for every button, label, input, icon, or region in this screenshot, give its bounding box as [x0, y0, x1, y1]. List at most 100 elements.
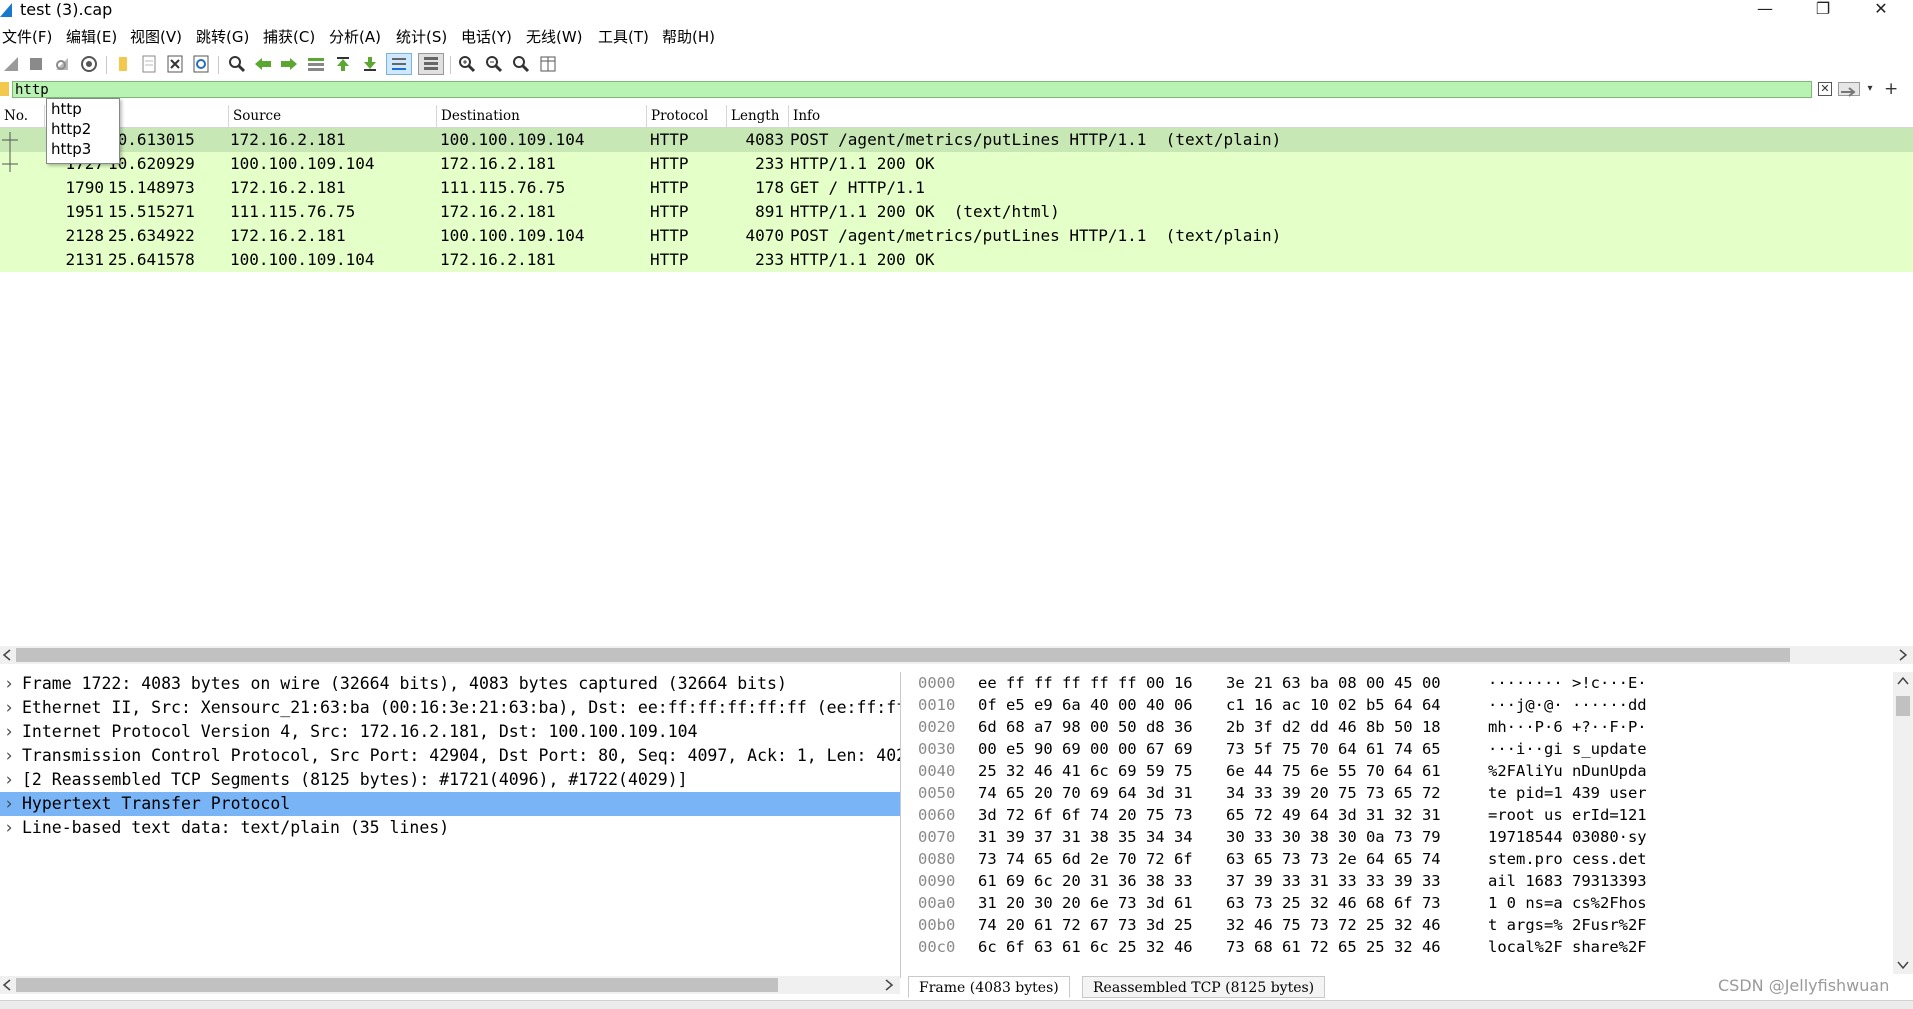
detail-tree-item[interactable]: › Ethernet II, Src: Xensourc_21:63:ba (00…: [0, 696, 900, 720]
clear-filter-icon[interactable]: ✕: [1818, 82, 1832, 96]
menu-telephony[interactable]: 电话(Y): [461, 26, 512, 48]
scroll-left-icon[interactable]: [2, 979, 12, 991]
scrollbar-thumb[interactable]: [16, 648, 1790, 662]
scroll-right-icon[interactable]: [1898, 649, 1908, 661]
close-file-icon[interactable]: [164, 53, 186, 75]
bytes-row[interactable]: 0000 ee ff ff ff ff ff 00 16 3e 21 63 ba 0…: [908, 672, 1893, 694]
packet-list-horizontal-scrollbar[interactable]: [0, 646, 1913, 664]
column-header-source[interactable]: Source: [228, 105, 436, 127]
detail-tree-item[interactable]: › Frame 1722: 4083 bytes on wire (32664 b…: [0, 672, 900, 696]
detail-tree-item-selected[interactable]: › Hypertext Transfer Protocol: [0, 792, 900, 816]
menu-wireless[interactable]: 无线(W): [526, 26, 583, 48]
autocomplete-item[interactable]: http: [51, 99, 82, 119]
bytes-vertical-scrollbar[interactable]: [1893, 672, 1913, 974]
go-forward-icon[interactable]: [278, 53, 300, 75]
column-header-no[interactable]: No.: [0, 105, 44, 127]
stop-capture-icon[interactable]: [25, 53, 47, 75]
bytes-row[interactable]: 0030 00 e5 90 69 00 00 67 69 73 5f 75 70 6…: [908, 738, 1893, 760]
restore-button[interactable]: ❐: [1800, 0, 1846, 22]
packet-row[interactable]: 1790 15.148973 172.16.2.181 111.115.76.7…: [0, 176, 1913, 200]
go-back-icon[interactable]: [252, 53, 274, 75]
normal-size-icon[interactable]: [510, 53, 532, 75]
chevron-right-icon[interactable]: ›: [4, 768, 14, 792]
scrollbar-thumb[interactable]: [1896, 696, 1910, 716]
zoom-out-icon[interactable]: [483, 53, 505, 75]
detail-tree-item[interactable]: › Transmission Control Protocol, Src Port…: [0, 744, 900, 768]
bytes-row[interactable]: 0040 25 32 46 41 6c 69 59 75 6e 44 75 6e 5…: [908, 760, 1893, 782]
detail-tree-item[interactable]: › [2 Reassembled TCP Segments (8125 bytes…: [0, 768, 900, 792]
restart-capture-icon[interactable]: [51, 53, 73, 75]
details-horizontal-scrollbar[interactable]: [0, 976, 900, 994]
open-file-icon[interactable]: [112, 53, 134, 75]
menu-capture[interactable]: 捕获(C): [263, 26, 315, 48]
bytes-hex: 37 39 33 31 33 33 39 33: [1226, 872, 1441, 890]
chevron-right-icon[interactable]: ›: [4, 792, 14, 816]
column-header-destination[interactable]: Destination: [436, 105, 646, 127]
bytes-row[interactable]: 0080 73 74 65 6d 2e 70 72 6f 63 65 73 73 2…: [908, 848, 1893, 870]
find-packet-icon[interactable]: [226, 53, 248, 75]
scroll-right-icon[interactable]: [884, 979, 894, 991]
bytes-row[interactable]: 00c0 6c 6f 63 61 6c 25 32 46 73 68 61 72 6…: [908, 936, 1893, 958]
chevron-right-icon[interactable]: ›: [4, 696, 14, 720]
scrollbar-thumb[interactable]: [16, 978, 778, 992]
menu-tools[interactable]: 工具(T): [598, 26, 649, 48]
packet-row[interactable]: 1951 15.515271 111.115.76.75 172.16.2.18…: [0, 200, 1913, 224]
bytes-row[interactable]: 0010 0f e5 e9 6a 40 00 40 06 c1 16 ac 10 0…: [908, 694, 1893, 716]
packet-row[interactable]: 2128 25.634922 172.16.2.181 100.100.109.…: [0, 224, 1913, 248]
menu-view[interactable]: 视图(V): [130, 26, 182, 48]
bytes-row[interactable]: 00a0 31 20 30 20 6e 73 3d 61 63 73 25 32 4…: [908, 892, 1893, 914]
column-header-protocol[interactable]: Protocol: [646, 105, 726, 127]
bytes-offset: 0060: [918, 806, 956, 824]
autocomplete-item[interactable]: http3: [51, 139, 91, 159]
chevron-right-icon[interactable]: ›: [4, 744, 14, 768]
bytes-row[interactable]: 0060 3d 72 6f 6f 74 20 75 73 65 72 49 64 3…: [908, 804, 1893, 826]
filter-history-dropdown-icon[interactable]: ▾: [1864, 81, 1876, 97]
colorize-icon[interactable]: [418, 53, 444, 75]
first-packet-icon[interactable]: [332, 53, 354, 75]
packet-row[interactable]: 1722 10.613015 172.16.2.181 100.100.109.…: [0, 128, 1913, 152]
tab-frame-bytes[interactable]: Frame (4083 bytes): [908, 976, 1070, 998]
shark-fin-start-icon[interactable]: [0, 53, 22, 75]
bytes-ascii: ail 1683 79313393: [1488, 872, 1647, 890]
bytes-row[interactable]: 0070 31 39 37 31 38 35 34 34 30 33 30 38 3…: [908, 826, 1893, 848]
menu-file[interactable]: 文件(F): [2, 26, 52, 48]
reload-icon[interactable]: [190, 53, 212, 75]
close-button[interactable]: ✕: [1858, 0, 1904, 22]
auto-scroll-icon[interactable]: [386, 53, 412, 75]
bytes-row[interactable]: 0020 6d 68 a7 98 00 50 d8 36 2b 3f d2 dd 4…: [908, 716, 1893, 738]
packet-row[interactable]: 2131 25.641578 100.100.109.104 172.16.2.…: [0, 248, 1913, 272]
display-filter-input[interactable]: [12, 81, 1812, 98]
detail-tree-item[interactable]: › Internet Protocol Version 4, Src: 172.1…: [0, 720, 900, 744]
minimize-button[interactable]: —: [1742, 0, 1788, 22]
scroll-left-icon[interactable]: [2, 649, 12, 661]
scroll-down-icon[interactable]: [1897, 960, 1909, 970]
menu-statistics[interactable]: 统计(S): [396, 26, 447, 48]
autocomplete-item[interactable]: http2: [51, 119, 91, 139]
menu-analyze[interactable]: 分析(A): [329, 26, 381, 48]
column-header-info[interactable]: Info: [788, 105, 1913, 127]
chevron-right-icon[interactable]: ›: [4, 720, 14, 744]
bytes-row[interactable]: 0090 61 69 6c 20 31 36 38 33 37 39 33 31 3…: [908, 870, 1893, 892]
bytes-row[interactable]: 00b0 74 20 61 72 67 73 3d 25 32 46 75 73 7…: [908, 914, 1893, 936]
last-packet-icon[interactable]: [359, 53, 381, 75]
bytes-row[interactable]: 0050 74 65 20 70 69 64 3d 31 34 33 39 20 7…: [908, 782, 1893, 804]
scroll-up-icon[interactable]: [1897, 676, 1909, 686]
tab-reassembled-tcp[interactable]: Reassembled TCP (8125 bytes): [1082, 976, 1326, 998]
menu-go[interactable]: 跳转(G): [196, 26, 249, 48]
save-file-icon[interactable]: [138, 53, 160, 75]
column-header-length[interactable]: Length: [726, 105, 788, 127]
apply-filter-icon[interactable]: [1838, 82, 1860, 97]
menu-help[interactable]: 帮助(H): [662, 26, 715, 48]
chevron-right-icon[interactable]: ›: [4, 672, 14, 696]
add-filter-button-icon[interactable]: +: [1884, 79, 1898, 99]
menu-edit[interactable]: 编辑(E): [66, 26, 117, 48]
capture-options-icon[interactable]: [78, 53, 100, 75]
go-to-packet-icon[interactable]: [305, 53, 327, 75]
packet-row[interactable]: 1727 10.620929 100.100.109.104 172.16.2.…: [0, 152, 1913, 176]
resize-columns-icon[interactable]: [537, 53, 559, 75]
detail-tree-item[interactable]: › Line-based text data: text/plain (35 li…: [0, 816, 900, 840]
zoom-in-icon[interactable]: [456, 53, 478, 75]
chevron-right-icon[interactable]: ›: [4, 816, 14, 840]
filter-autocomplete-popup: http http2 http3: [46, 98, 120, 164]
bookmark-icon[interactable]: [0, 82, 10, 98]
